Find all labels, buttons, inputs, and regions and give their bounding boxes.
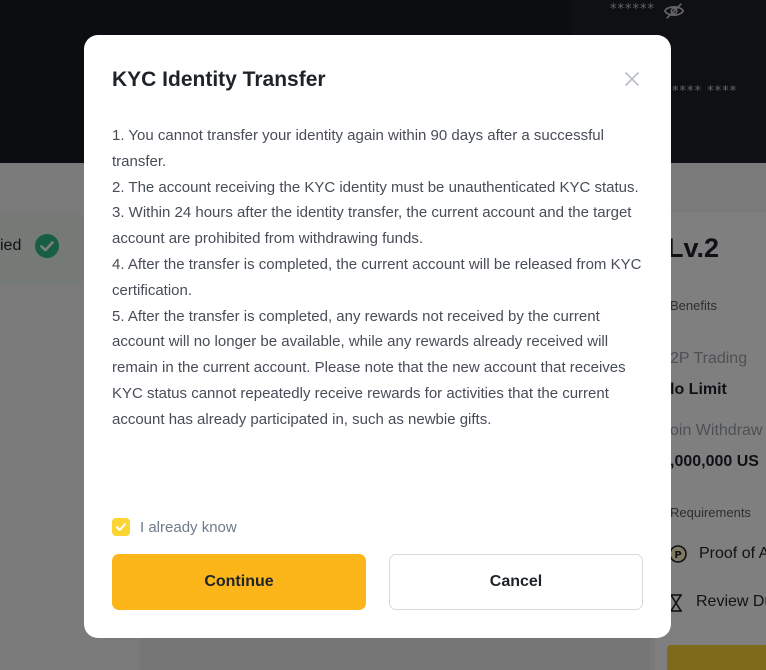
close-icon[interactable] — [622, 69, 642, 89]
acknowledge-label: I already know — [140, 518, 237, 536]
checkmark-icon — [116, 523, 126, 531]
acknowledge-checkbox[interactable] — [112, 518, 130, 536]
terms-list: 1. You cannot transfer your identity aga… — [112, 123, 652, 433]
term-item: 4. After the transfer is completed, the … — [112, 255, 642, 299]
cancel-button[interactable]: Cancel — [389, 554, 643, 610]
term-item: 3. Within 24 hours after the identity tr… — [112, 204, 632, 248]
term-item: 5. After the transfer is completed, any … — [112, 307, 626, 428]
kyc-transfer-dialog: KYC Identity Transfer 1. You cannot tran… — [84, 35, 671, 638]
dialog-title: KYC Identity Transfer — [112, 68, 326, 91]
term-item: 2. The account receiving the KYC identit… — [112, 178, 639, 196]
continue-button[interactable]: Continue — [112, 554, 366, 610]
term-item: 1. You cannot transfer your identity aga… — [112, 127, 604, 170]
page: ****** **** **** ied Lv.2 Benefits 2P Tr… — [0, 0, 766, 670]
acknowledge-row[interactable]: I already know — [112, 516, 237, 538]
